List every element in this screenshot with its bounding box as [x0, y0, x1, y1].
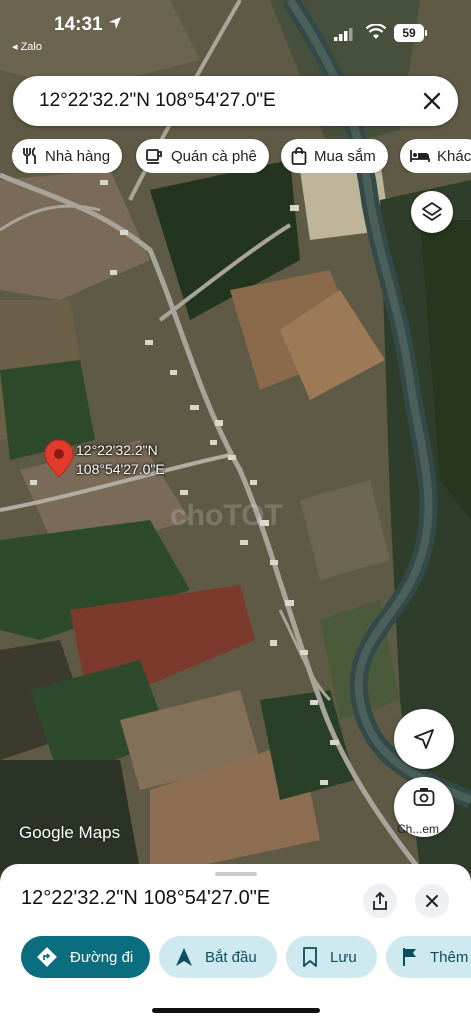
place-sheet[interactable]: 12°22'32.2"N 108°54'27.0"E Đường đi Bắt …: [0, 864, 471, 1024]
google-maps-attribution: Google Maps: [19, 823, 121, 842]
hotel-icon: [410, 150, 430, 162]
wifi-icon: [366, 24, 386, 39]
battery-indicator: 59: [394, 24, 424, 42]
chip-shopping[interactable]: Mua sắm: [281, 139, 388, 173]
chip-label: Khác: [437, 147, 471, 165]
directions-button[interactable]: Đường đi: [21, 936, 150, 978]
pin-latitude: 12°22'32.2"N: [76, 442, 158, 458]
flag-icon: [403, 948, 416, 966]
pin-longitude: 108°54'27.0"E: [76, 461, 165, 477]
chip-coffee[interactable]: Quán cà phê: [136, 139, 269, 173]
lens-label: Ch...em: [397, 822, 440, 836]
battery-tip: [425, 30, 427, 36]
search-bar[interactable]: 12°22'32.2"N 108°54'27.0"E: [13, 76, 458, 126]
directions-label: Đường đi: [70, 948, 134, 966]
chip-more[interactable]: Khác: [400, 139, 471, 173]
restaurant-icon: [23, 147, 36, 164]
chip-label: Nhà hàng: [45, 147, 111, 165]
save-label: Lưu: [330, 948, 357, 966]
start-button[interactable]: Bắt đầu: [159, 936, 277, 978]
cellular-signal-icon: [334, 28, 353, 41]
chip-restaurants[interactable]: Nhà hàng: [12, 139, 123, 173]
location-arrow-icon: [109, 17, 121, 29]
map-pin-icon[interactable]: [44, 439, 74, 479]
coffee-icon: [146, 149, 162, 164]
navigation-icon: [176, 948, 192, 966]
clear-search-icon[interactable]: [420, 89, 444, 113]
close-icon: [426, 895, 438, 907]
bookmark-icon: [303, 947, 317, 967]
category-chips: Nhà hàng Quán cà phê Mua sắm Khác: [12, 139, 471, 173]
close-sheet-button[interactable]: [415, 884, 449, 918]
svg-text:choTOT: choTOT: [170, 499, 283, 532]
save-button[interactable]: Lưu: [286, 936, 377, 978]
share-button[interactable]: [363, 884, 397, 918]
chip-label: Quán cà phê: [171, 147, 257, 165]
chip-label: Mua sắm: [314, 147, 376, 165]
layers-icon: [422, 202, 442, 221]
directions-icon: [37, 947, 57, 967]
home-indicator[interactable]: [152, 1008, 320, 1013]
search-input[interactable]: 12°22'32.2"N 108°54'27.0"E: [39, 90, 276, 112]
layers-button[interactable]: [411, 191, 453, 233]
place-title: 12°22'32.2"N 108°54'27.0"E: [21, 887, 271, 909]
shopping-bag-icon: [291, 147, 307, 165]
status-time: 14:31: [54, 14, 103, 35]
status-bar: 14:31 ◂ Zalo 59: [0, 0, 471, 56]
pin-label: 12°22'32.2"N 108°54'27.0"E: [76, 441, 165, 479]
share-icon: [373, 892, 387, 910]
start-label: Bắt đầu: [205, 948, 257, 966]
action-buttons: Đường đi Bắt đầu Lưu Thêm: [0, 936, 471, 978]
sheet-drag-handle[interactable]: [215, 872, 257, 876]
navigation-arrow-icon: [414, 729, 434, 749]
more-label: Thêm: [430, 948, 469, 966]
more-button[interactable]: Thêm: [386, 936, 471, 978]
camera-lens-icon: [413, 788, 435, 806]
my-location-button[interactable]: [394, 709, 454, 769]
back-to-app-link[interactable]: ◂ Zalo: [12, 40, 42, 53]
